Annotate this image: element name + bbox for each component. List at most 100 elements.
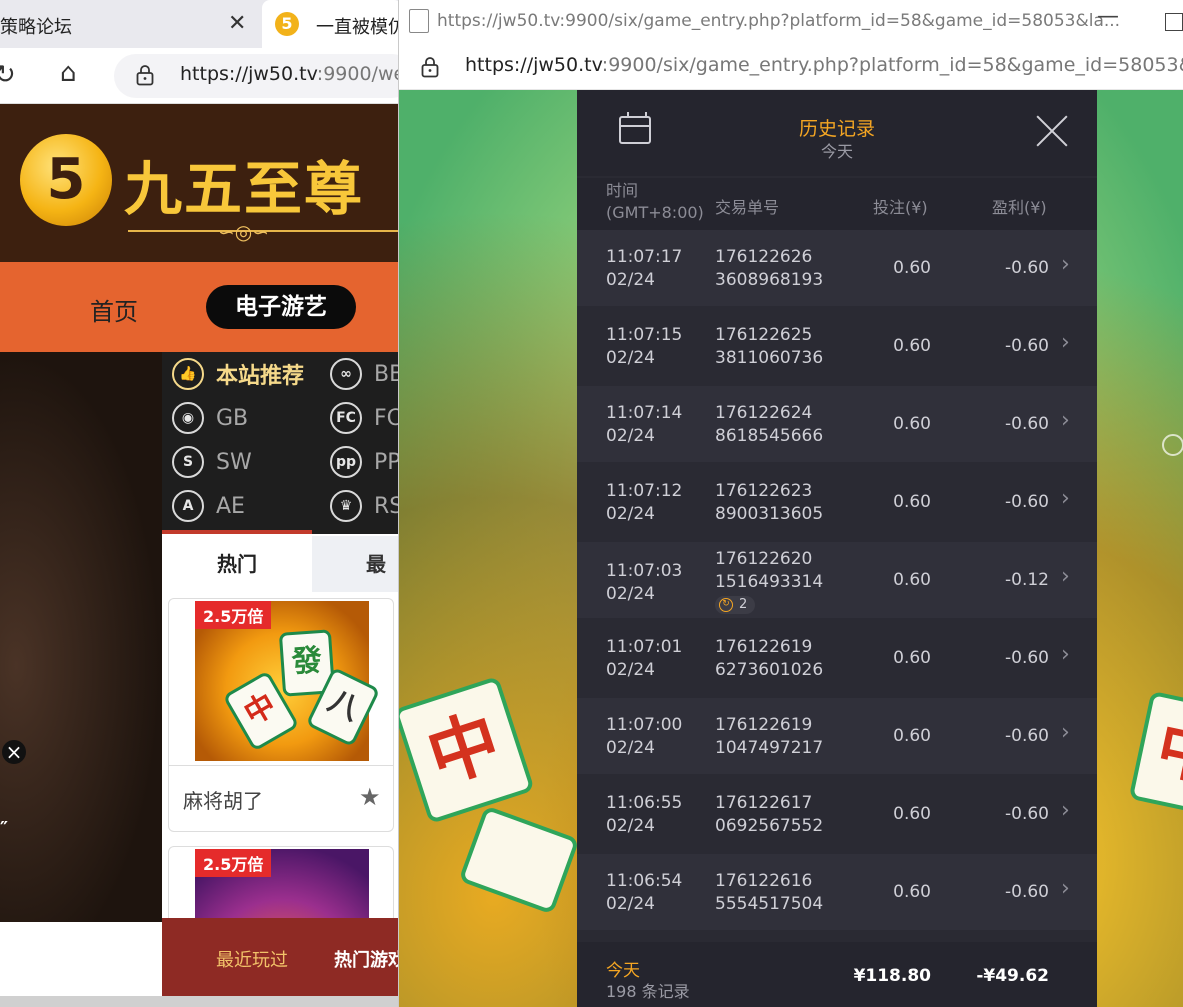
tab-strategy-forum[interactable]: 策略论坛 ✕ bbox=[0, 0, 258, 48]
row-time: 11:06:54 02/24 bbox=[606, 870, 682, 916]
multiplier-badge: 2.5万倍 bbox=[195, 601, 272, 629]
row-profit: -0.12 bbox=[1005, 570, 1049, 590]
tab-hot[interactable]: 热门 bbox=[162, 536, 312, 592]
history-row[interactable]: 11:07:00 02/24 176122619 1047497217 0.60 -… bbox=[577, 698, 1097, 774]
chevron-right-icon[interactable]: › bbox=[1061, 330, 1070, 355]
provider-item-recommended[interactable]: 👍 本站推荐 bbox=[172, 358, 304, 390]
site-logo-text: 九五至尊 bbox=[124, 155, 365, 223]
address-url[interactable]: https://jw50.tv:9900/six/game_entry.php?… bbox=[465, 54, 1183, 76]
provider-item-fc[interactable]: FC FC bbox=[330, 402, 400, 434]
row-bet: 0.60 bbox=[893, 648, 931, 668]
horizontal-scrollbar[interactable] bbox=[0, 996, 400, 1007]
multiplier-badge: 2.5万倍 bbox=[195, 849, 272, 877]
site-favicon-icon: 5 bbox=[275, 12, 299, 36]
row-id-part2: 3608968193 bbox=[715, 270, 824, 290]
row-time-value: 11:06:55 bbox=[606, 793, 683, 813]
nav-home[interactable]: 首页 bbox=[90, 292, 138, 327]
game-settings-icon[interactable] bbox=[1162, 434, 1183, 456]
provider-label: GB bbox=[216, 405, 249, 431]
provider-item-bb[interactable]: ∞ BB bbox=[330, 358, 400, 390]
row-bet: 0.60 bbox=[893, 804, 931, 824]
column-transaction-id: 交易单号 bbox=[715, 198, 780, 217]
chevron-right-icon[interactable]: › bbox=[1061, 252, 1070, 277]
history-row[interactable]: 11:07:14 02/24 176122624 8618545666 0.60 -… bbox=[577, 386, 1097, 462]
history-row[interactable]: 11:07:12 02/24 176122623 8900313605 0.60 -… bbox=[577, 464, 1097, 540]
row-transaction-id: 176122625 3811060736 bbox=[715, 324, 823, 370]
history-column-headers: 时间 (GMT+8:00) 交易单号 投注(¥) 盈利(¥) bbox=[577, 178, 1097, 230]
tab-new[interactable]: 最新 bbox=[366, 536, 400, 632]
history-row[interactable]: 11:06:55 02/24 176122617 0692567552 0.60 -… bbox=[577, 776, 1097, 852]
chevron-right-icon[interactable]: › bbox=[1061, 486, 1070, 511]
mahjong-tile-icon bbox=[458, 805, 580, 915]
row-id-part1: 176122617 bbox=[715, 793, 813, 813]
row-id-part1: 176122625 bbox=[715, 325, 813, 345]
game-card[interactable]: 2.5万倍 bbox=[168, 846, 394, 926]
ae-icon: A bbox=[172, 490, 204, 522]
row-bet: 0.60 bbox=[893, 882, 931, 902]
row-date-value: 02/24 bbox=[606, 816, 655, 836]
chevron-right-icon[interactable]: › bbox=[1061, 798, 1070, 823]
row-profit: -0.60 bbox=[1005, 648, 1049, 668]
star-icon[interactable]: ★ bbox=[359, 783, 381, 811]
chevron-right-icon[interactable]: › bbox=[1061, 642, 1070, 667]
provider-item-gb[interactable]: ◉ GB bbox=[172, 402, 248, 434]
row-date-value: 02/24 bbox=[606, 270, 655, 290]
tab-active-site[interactable]: 5 一直被模仿 bbox=[262, 0, 400, 48]
spin-icon: ↻ bbox=[719, 598, 733, 612]
chevron-right-icon[interactable]: › bbox=[1061, 720, 1070, 745]
row-date-value: 02/24 bbox=[606, 584, 655, 604]
fc-icon: FC bbox=[330, 402, 362, 434]
row-transaction-id: 176122619 1047497217 bbox=[715, 714, 823, 760]
close-icon[interactable]: ✕ bbox=[228, 11, 246, 36]
column-profit: 盈利(¥) bbox=[992, 198, 1047, 217]
lock-icon[interactable] bbox=[136, 64, 154, 86]
chevron-right-icon[interactable]: › bbox=[1061, 876, 1070, 901]
reload-icon[interactable]: ↻ bbox=[0, 60, 16, 90]
row-date-value: 02/24 bbox=[606, 426, 655, 446]
logo-icon: 5 bbox=[20, 134, 112, 226]
minimize-icon[interactable]: — bbox=[1097, 4, 1119, 29]
history-row[interactable]: 11:07:03 02/24 176122620 1516493314 ↻ 2 0.6… bbox=[577, 542, 1097, 618]
lock-icon[interactable] bbox=[421, 56, 439, 78]
history-row[interactable]: 11:07:01 02/24 176122619 6273601026 0.60 -… bbox=[577, 620, 1097, 696]
row-id-part1: 176122624 bbox=[715, 403, 813, 423]
row-time-value: 11:07:14 bbox=[606, 403, 683, 423]
row-date-value: 02/24 bbox=[606, 894, 655, 914]
site-header: 5 九五至尊 ∽◎∽ bbox=[0, 104, 400, 262]
row-bet: 0.60 bbox=[893, 414, 931, 434]
column-bet: 投注(¥) bbox=[873, 198, 928, 217]
provider-item-rs[interactable]: ♛ RS bbox=[330, 490, 400, 522]
row-bet: 0.60 bbox=[893, 726, 931, 746]
game-card[interactable]: 發 中 八 2.5万倍 麻将胡了 ★ bbox=[168, 598, 394, 832]
row-time-value: 11:07:15 bbox=[606, 325, 683, 345]
home-icon[interactable]: ⌂ bbox=[60, 58, 77, 88]
history-row[interactable]: 11:07:17 02/24 176122626 3608968193 0.60 -… bbox=[577, 230, 1097, 306]
chevron-right-icon[interactable]: › bbox=[1061, 408, 1070, 433]
recently-played-button[interactable]: 最近玩过 bbox=[216, 946, 288, 972]
provider-label: BB bbox=[374, 361, 400, 387]
bb-icon: ∞ bbox=[330, 358, 362, 390]
row-id-part1: 176122626 bbox=[715, 247, 813, 267]
maximize-icon[interactable] bbox=[1165, 13, 1183, 31]
history-row[interactable]: 11:06:54 02/24 176122616 5554517504 0.60 -… bbox=[577, 854, 1097, 930]
provider-item-sw[interactable]: S SW bbox=[172, 446, 252, 478]
chevron-right-icon[interactable]: › bbox=[1061, 564, 1070, 589]
row-time: 11:07:15 02/24 bbox=[606, 324, 682, 370]
provider-item-ae[interactable]: A AE bbox=[172, 490, 245, 522]
hero-banner[interactable] bbox=[0, 352, 162, 922]
free-spin-badge: ↻ 2 bbox=[715, 596, 756, 614]
row-time-value: 11:07:01 bbox=[606, 637, 683, 657]
row-transaction-id: 176122616 5554517504 bbox=[715, 870, 823, 916]
history-row[interactable]: 11:07:15 02/24 176122625 3811060736 0.60 -… bbox=[577, 308, 1097, 384]
gb-icon: ◉ bbox=[172, 402, 204, 434]
nav-electronic-games[interactable]: 电子游艺 bbox=[206, 285, 356, 329]
close-icon[interactable] bbox=[1035, 114, 1069, 148]
row-id-part2: 5554517504 bbox=[715, 894, 824, 914]
url-path: :9900/web bbox=[316, 63, 400, 85]
row-id-part2: 8900313605 bbox=[715, 504, 824, 524]
history-summary: 今天 198 条记录 ¥118.80 -¥49.62 bbox=[577, 942, 1097, 1007]
column-time-zone: (GMT+8:00) bbox=[606, 203, 704, 222]
hot-games-button[interactable]: 热门游戏 bbox=[334, 946, 400, 972]
close-icon[interactable]: × bbox=[2, 740, 26, 764]
provider-item-pp[interactable]: pp PP bbox=[330, 446, 400, 478]
